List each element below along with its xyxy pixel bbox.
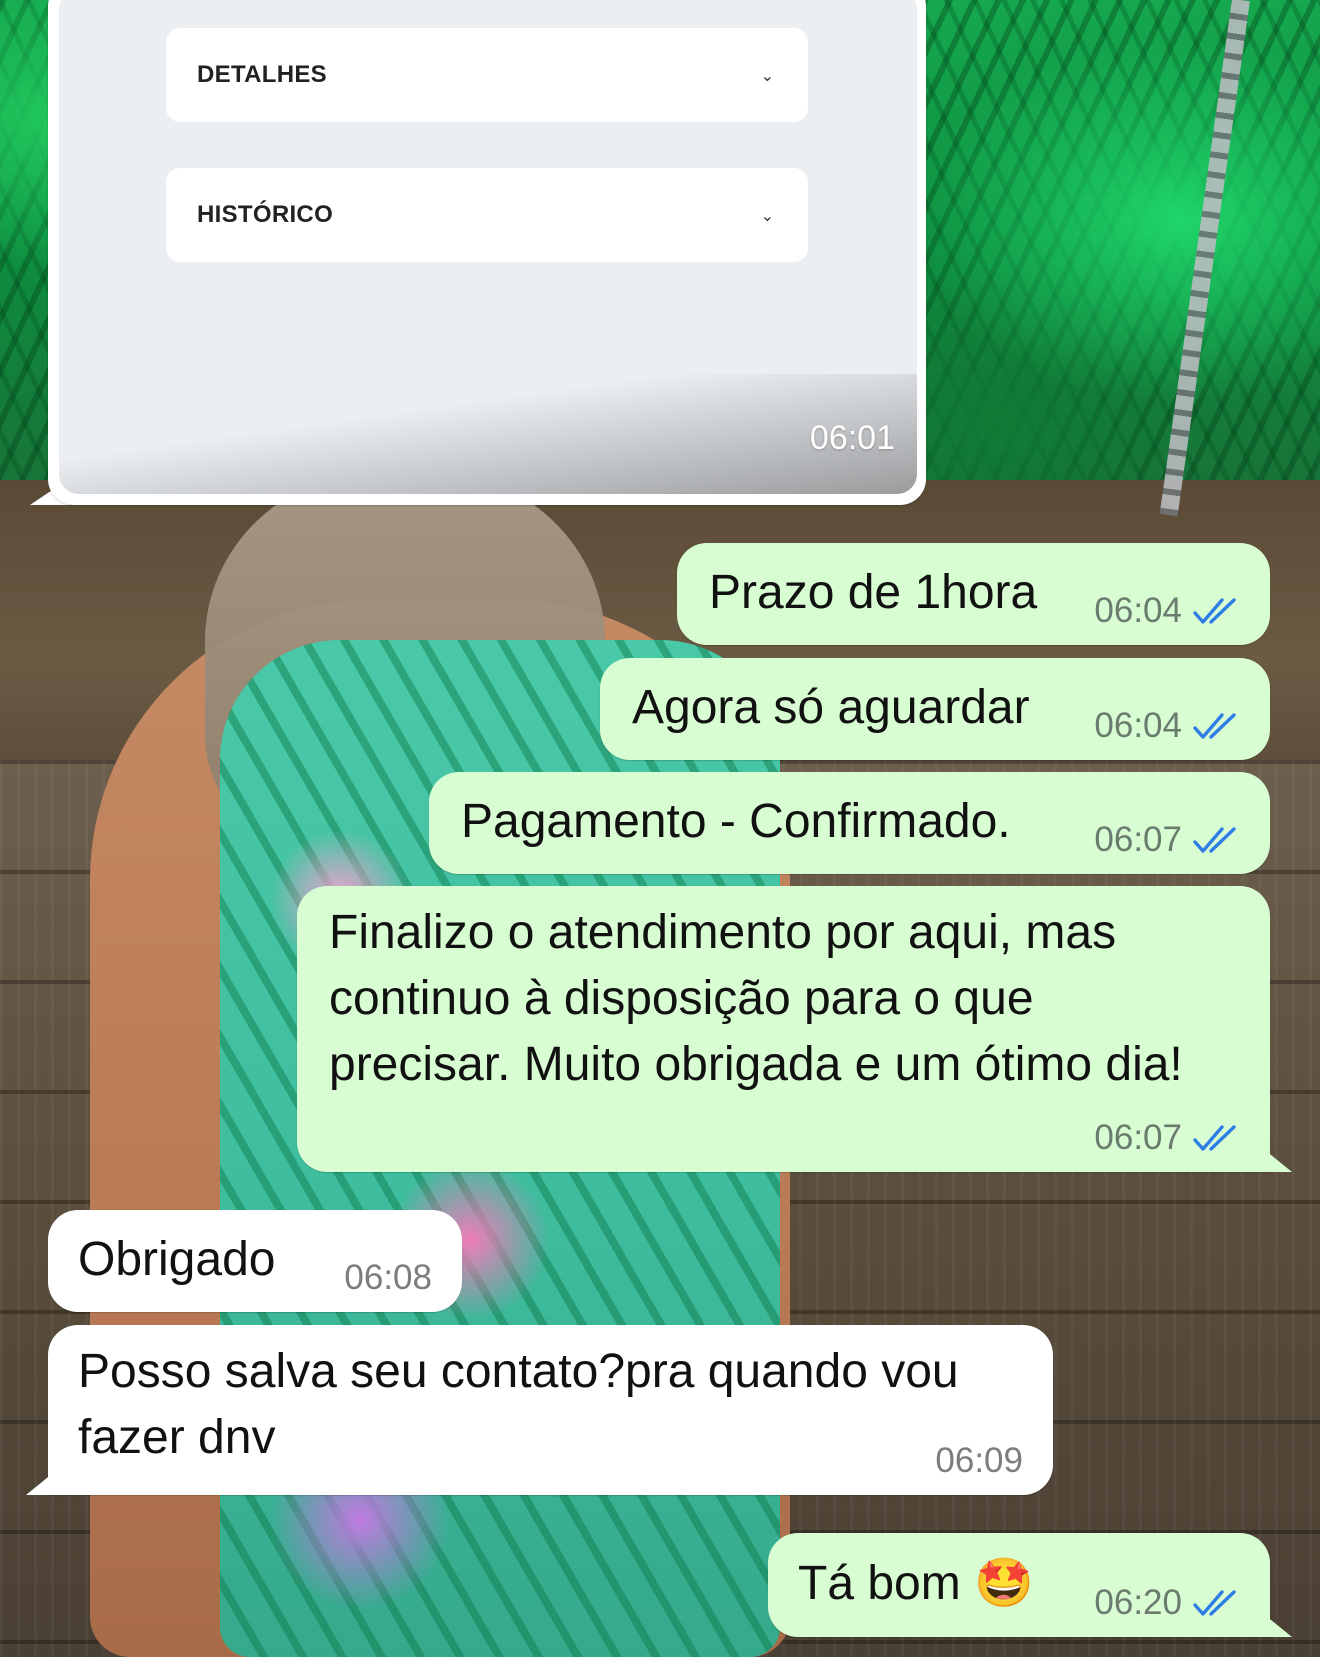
double-check-read-icon <box>1193 713 1236 739</box>
double-check-read-icon <box>1193 598 1236 624</box>
message-meta: 06:07 <box>1094 1118 1240 1158</box>
message-text-line: precisar. Muito obrigada e um ótimo dia! <box>329 1038 1183 1091</box>
message-text: Finalizo o atendimento por aqui, mas con… <box>329 900 1183 1098</box>
image-bottom-shade <box>59 374 917 494</box>
outgoing-message[interactable]: Agora só aguardar 06:04 <box>600 658 1270 760</box>
message-meta: 06:09 <box>935 1441 1023 1481</box>
message-text-line: continuo à disposição para o que <box>329 972 1034 1025</box>
details-accordion-label: DETALHES <box>197 61 327 88</box>
message-text-line: Posso salva seu contato?pra quando vou <box>78 1345 959 1398</box>
message-text: Tá bom 🤩 <box>798 1557 1034 1610</box>
message-meta: 06:20 <box>1094 1583 1240 1623</box>
history-accordion[interactable]: HISTÓRICO ⌄ <box>166 168 808 262</box>
message-time: 06:09 <box>935 1441 1023 1480</box>
double-check-read-icon <box>1193 1590 1236 1616</box>
outgoing-message[interactable]: Prazo de 1hora 06:04 <box>677 543 1270 645</box>
outgoing-message[interactable]: Tá bom 🤩 06:20 <box>768 1533 1292 1637</box>
double-check-read-icon <box>1193 827 1236 853</box>
message-text: Posso salva seu contato?pra quando vou f… <box>78 1339 959 1471</box>
message-time: 06:07 <box>1094 1118 1182 1157</box>
double-check-read-icon <box>1193 1125 1236 1151</box>
message-text-line: fazer dnv <box>78 1411 276 1464</box>
shared-screenshot-image[interactable]: DETALHES ⌄ HISTÓRICO ⌄ 06:01 <box>59 0 917 494</box>
message-meta: 06:08 <box>344 1258 432 1298</box>
message-text-line: Finalizo o atendimento por aqui, mas <box>329 906 1117 959</box>
message-meta: 06:04 <box>1094 706 1240 746</box>
message-text: Prazo de 1hora <box>709 566 1038 619</box>
details-accordion[interactable]: DETALHES ⌄ <box>166 28 808 122</box>
message-time: 06:07 <box>1094 820 1182 859</box>
history-accordion-label: HISTÓRICO <box>197 201 334 228</box>
message-time: 06:08 <box>344 1258 432 1297</box>
incoming-message[interactable]: Obrigado 06:08 <box>48 1210 462 1312</box>
message-meta: 06:07 <box>1094 820 1240 860</box>
message-time: 06:04 <box>1094 706 1182 745</box>
message-time: 06:20 <box>1094 1583 1182 1622</box>
message-text: Obrigado <box>78 1233 276 1286</box>
message-text: Agora só aguardar <box>632 681 1030 734</box>
outgoing-message[interactable]: Finalizo o atendimento por aqui, mas con… <box>297 886 1292 1172</box>
message-time: 06:01 <box>809 419 895 457</box>
chevron-down-icon: ⌄ <box>760 65 774 85</box>
message-text: Pagamento - Confirmado. <box>461 795 1011 848</box>
message-meta: 06:04 <box>1094 591 1240 631</box>
message-time: 06:04 <box>1094 591 1182 630</box>
outgoing-message[interactable]: Pagamento - Confirmado. 06:07 <box>429 772 1270 874</box>
incoming-message[interactable]: Posso salva seu contato?pra quando vou f… <box>26 1325 1053 1495</box>
chevron-down-icon: ⌄ <box>760 205 774 225</box>
